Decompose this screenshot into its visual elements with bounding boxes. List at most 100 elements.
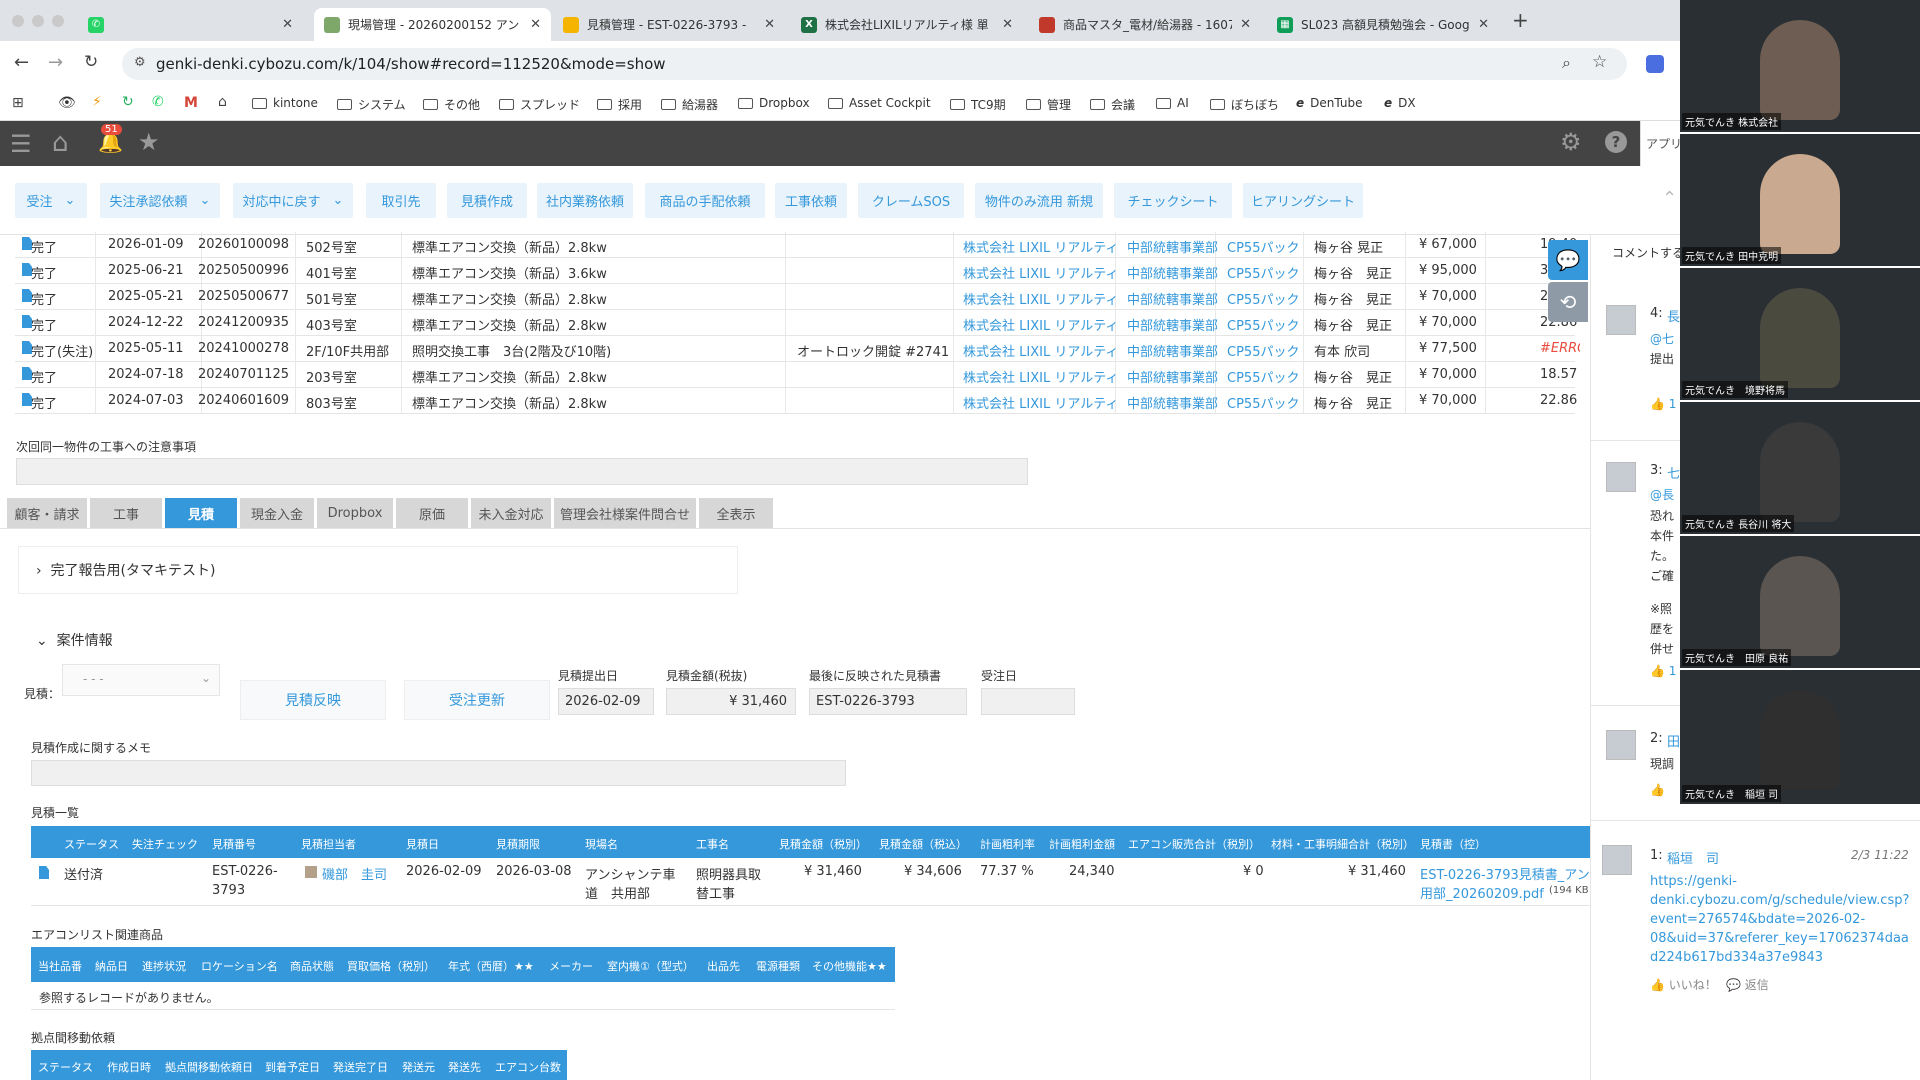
bookmark-folder[interactable]: 会議 [1090,96,1135,113]
bookmark-folder[interactable]: ぼちぼち [1210,96,1279,113]
browser-tab[interactable]: ▦ SL023 高額見積勉強会 - Googl ✕ [1267,8,1499,41]
tab-management-inquiry[interactable]: 管理会社様案件問合せ [554,498,696,528]
like-button[interactable]: 👍 [1650,783,1665,797]
menu-reuse-property-button[interactable]: 物件のみ流用 新規 [975,183,1103,218]
history-client[interactable]: 株式会社 LIXIL リアルティ [963,341,1118,360]
history-row[interactable]: 完了 2024-07-03 20240601609 803号室 標準エアコン交換（新品）… [15,388,1580,414]
bookmark-folder[interactable]: TC9期 [950,96,1006,113]
comment-author-link[interactable]: 稲垣 司 [1667,848,1719,867]
like-button[interactable]: 👍 いいね！ [1650,976,1717,993]
menu-hearing-sheet-button[interactable]: ヒアリングシート [1243,183,1363,218]
favorites-star-icon[interactable]: ★ [138,128,160,156]
tab-cash-payment[interactable]: 現金入金 [240,498,314,528]
tab-close-icon[interactable]: ✕ [1240,17,1251,32]
estimate-list-row[interactable]: 送付済 EST-0226- 3793 磯部 圭司 2026-02-09 2026… [31,858,1590,906]
menu-order-dropdown[interactable]: 受注 ⌄ [15,183,87,218]
reflect-estimate-button[interactable]: 見積反映 [240,680,386,720]
history-dept[interactable]: 中部統轄事業部 [1127,289,1218,308]
history-pack[interactable]: CP55パック [1227,393,1299,412]
video-tile[interactable]: 元気でんき 株式会社 [1680,0,1920,132]
history-dept[interactable]: 中部統轄事業部 [1127,393,1218,412]
comment-author-link[interactable]: 田 [1667,731,1680,750]
back-icon[interactable]: ← [14,52,29,73]
history-dept[interactable]: 中部統轄事業部 [1127,237,1218,256]
history-row[interactable]: 完了 2025-06-21 20250500996 401号室 標準エアコン交換（新品）… [15,258,1577,284]
history-client[interactable]: 株式会社 LIXIL リアルティ [963,289,1118,308]
history-dept[interactable]: 中部統轄事業部 [1127,367,1218,386]
browser-tab[interactable]: 見積管理 - EST-0226-3793 - ✕ [553,8,785,41]
video-tile[interactable]: 元気でんき 長谷川 将大 [1680,402,1920,534]
window-minimize-button[interactable] [32,15,44,27]
reload-icon[interactable]: ↻ [84,52,98,72]
sync-icon[interactable]: ↻ [122,94,134,110]
history-pack[interactable]: CP55パック [1227,341,1299,360]
report-group-title[interactable]: › 完了報告用(タマキテスト) [36,560,215,580]
history-client[interactable]: 株式会社 LIXIL リアルティ [963,237,1118,256]
apps-grid-icon[interactable]: ⊞ [12,95,24,111]
reply-button[interactable]: 💬 返信 [1726,976,1769,993]
collapse-icon[interactable]: ⌃ [1662,188,1677,209]
tab-close-icon[interactable]: ✕ [1002,17,1013,32]
history-pack[interactable]: CP55パック [1227,237,1299,256]
video-tile[interactable]: 元気でんき 稲垣 司 [1680,670,1920,804]
history-row[interactable]: 完了 2025-05-21 20250500677 501号室 標準エアコン交換（新品）… [15,284,1577,310]
menu-product-order-button[interactable]: 商品の手配依頼 [645,183,765,218]
history-row[interactable]: 完了 2026-01-09 20260100098 502号室 標準エアコン交換（新品）… [15,232,1577,258]
menu-back-to-progress-dropdown[interactable]: 対応中に戻す ⌄ [233,183,353,218]
menu-work-request-button[interactable]: 工事依頼 [775,183,847,218]
bookmark-link[interactable]: e DenTube [1296,96,1362,110]
comment-toggle-icon[interactable]: 💬 [1548,240,1588,280]
history-pack[interactable]: CP55パック [1227,289,1299,308]
settings-gear-icon[interactable]: ⚙ [1560,128,1582,156]
forward-icon[interactable]: → [48,52,63,73]
tab-customer-billing[interactable]: 顧客・請求 [7,498,87,528]
bookmark-link[interactable]: e DX [1384,96,1416,110]
menu-client-button[interactable]: 取引先 [366,183,436,218]
window-close-button[interactable] [12,15,24,27]
bolt-icon[interactable]: ⚡ [92,94,102,110]
site-info-icon[interactable]: ⚙ [134,55,146,70]
home-icon[interactable]: ⌂ [52,128,69,158]
bookmark-folder[interactable]: システム [337,96,406,113]
like-button[interactable]: 👍 1 [1650,664,1676,678]
video-tile[interactable]: 元気でんき 田原 良祐 [1680,536,1920,668]
browser-tab-active[interactable]: 現場管理 - 20260200152 アン ✕ [314,8,551,41]
hamburger-menu-icon[interactable]: ☰ [10,130,32,158]
bookmark-folder[interactable]: Asset Cockpit [828,96,931,110]
history-pack[interactable]: CP55パック [1227,315,1299,334]
bookmark-folder[interactable]: 管理 [1026,96,1071,113]
tab-dropbox[interactable]: Dropbox [317,498,393,528]
help-icon[interactable]: ? [1605,131,1627,153]
history-dept[interactable]: 中部統轄事業部 [1127,315,1218,334]
record-detail-icon[interactable] [39,866,49,879]
menu-checksheet-button[interactable]: チェックシート [1114,183,1232,218]
comment-input[interactable]: コメントする [1612,244,1680,261]
tab-unpaid[interactable]: 未入金対応 [471,498,551,528]
comment-schedule-link[interactable]: https://genki- denki.cybozu.com/g/schedu… [1650,872,1909,967]
menu-claim-sos-button[interactable]: クレームSOS [858,183,964,218]
update-order-button[interactable]: 受注更新 [404,680,550,720]
comment-author-link[interactable]: 七 [1667,463,1680,482]
tab-construction[interactable]: 工事 [90,498,162,528]
history-client[interactable]: 株式会社 LIXIL リアルティ [963,263,1118,282]
tab-show-all[interactable]: 全表示 [699,498,773,528]
menu-create-estimate-button[interactable]: 見積作成 [447,183,527,218]
bookmark-folder[interactable]: Dropbox [738,96,810,110]
bookmark-folder[interactable]: その他 [423,96,480,113]
browser-tab[interactable]: 商品マスタ_電材/給湯器 - 1607 ✕ [1029,8,1261,41]
bookmark-folder[interactable]: スプレッド [499,96,580,113]
bookmark-folder[interactable]: kintone [252,96,318,110]
extension-icon[interactable] [1646,55,1664,73]
home-icon[interactable]: ⌂ [218,94,227,110]
like-button[interactable]: 👍 1 [1650,397,1676,411]
browser-tab[interactable]: ✆ ✕ [78,8,303,41]
video-tile[interactable]: 元気でんき 境野将馬 [1680,268,1920,400]
tab-close-icon[interactable]: ✕ [530,17,541,32]
history-client[interactable]: 株式会社 LIXIL リアルティ [963,315,1118,334]
bookmark-star-icon[interactable]: ☆ [1592,52,1607,72]
history-row[interactable]: 完了(失注) 2025-05-11 20241000278 2F/10F共用部 照明交換… [15,336,1580,362]
bookmark-folder[interactable]: 採用 [597,96,642,113]
history-row[interactable]: 完了 2024-07-18 20240701125 203号室 標準エアコン交換（新品）… [15,362,1580,388]
history-client[interactable]: 株式会社 LIXIL リアルティ [963,393,1118,412]
window-maximize-button[interactable] [52,15,64,27]
